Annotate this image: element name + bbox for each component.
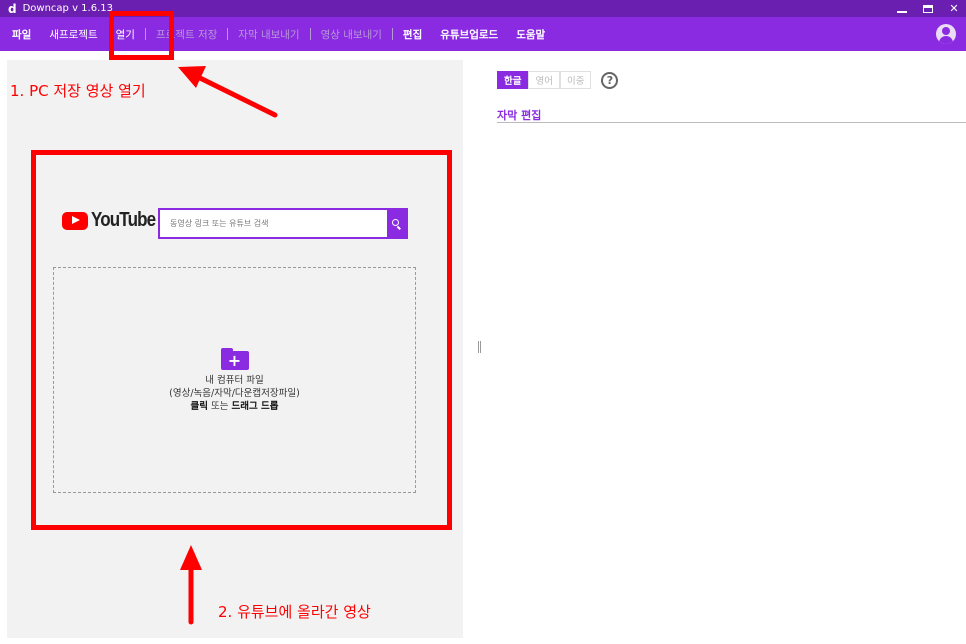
app-logo: d [8,1,17,16]
user-avatar-icon[interactable] [936,24,956,44]
menu-separator [227,28,229,40]
menu-youtube-upload[interactable]: 유튜브업로드 [440,27,498,42]
youtube-play-icon [62,211,88,230]
menu-new-project[interactable]: 새프로젝트 [49,27,97,42]
annotation-label-1: 1. PC 저장 영상 열기 [10,82,146,100]
menu-separator [144,28,146,40]
youtube-search-input[interactable] [160,210,387,237]
section-divider [497,122,966,123]
tab-korean[interactable]: 한글 [497,71,529,89]
grip-icon [477,341,481,353]
youtube-logo-text: YouTube [91,209,156,231]
drop-zone-hint: 클릭 또는 드래그 드롭 [190,400,278,413]
menu-export-subtitles[interactable]: 자막 내보내기 [238,27,299,42]
plus-icon: + [227,351,242,370]
menu-help[interactable]: 도움말 [516,27,545,42]
panel-splitter[interactable] [473,318,485,376]
title-bar: d Downcap v 1.6.13 ✕ [0,0,966,17]
file-drop-zone[interactable]: + 내 컴퓨터 파일 (영상/녹음/자막/다운캡저장파일) 클릭 또는 드래그 … [53,267,416,493]
language-tabs: 한글 영어 이중 ? [497,71,619,89]
youtube-search-box [158,208,408,239]
menu-open[interactable]: 열기 [116,27,135,42]
window-controls: ✕ [896,0,960,17]
menu-save-project[interactable]: 프로젝트 저장 [156,27,217,42]
subtitle-edit-title: 자막 편집 [497,109,542,122]
tab-dual[interactable]: 이중 [559,71,592,89]
folder-add-icon: + [220,348,249,370]
close-button[interactable]: ✕ [948,2,960,15]
drop-hint-or: 또는 [207,401,232,412]
drop-zone-title: 내 컴퓨터 파일 [205,375,264,386]
minimize-icon [897,10,907,13]
menu-separator [309,28,311,40]
menu-export-video[interactable]: 영상 내보내기 [321,27,382,42]
avatar-head [942,27,950,35]
drop-zone-types: (영상/녹음/자막/다운캡저장파일) [169,388,300,399]
youtube-search-button[interactable] [387,210,406,237]
youtube-logo-mark: YouTube [62,209,167,232]
window-title: Downcap v 1.6.13 [22,3,113,14]
help-icon[interactable]: ? [601,71,619,89]
close-icon: ✕ [949,2,959,15]
minimize-button[interactable] [896,3,908,15]
avatar-body [939,36,953,44]
maximize-icon [923,4,933,13]
search-icon [392,219,399,226]
maximize-button[interactable] [922,3,934,15]
menu-bar: 파일 새프로젝트 열기 프로젝트 저장 자막 내보내기 영상 내보내기 편집 유… [0,17,966,51]
annotation-label-2: 2. 유튜브에 올라간 영상 [218,603,371,621]
menu-file[interactable]: 파일 [12,27,31,42]
menu-edit[interactable]: 편집 [403,27,422,42]
tab-english[interactable]: 영어 [528,71,560,89]
menu-separator [391,28,393,40]
drop-hint-drag: 드래그 드롭 [231,401,279,412]
youtube-logo: YouTube [62,209,167,232]
drop-hint-click: 클릭 [190,401,208,412]
